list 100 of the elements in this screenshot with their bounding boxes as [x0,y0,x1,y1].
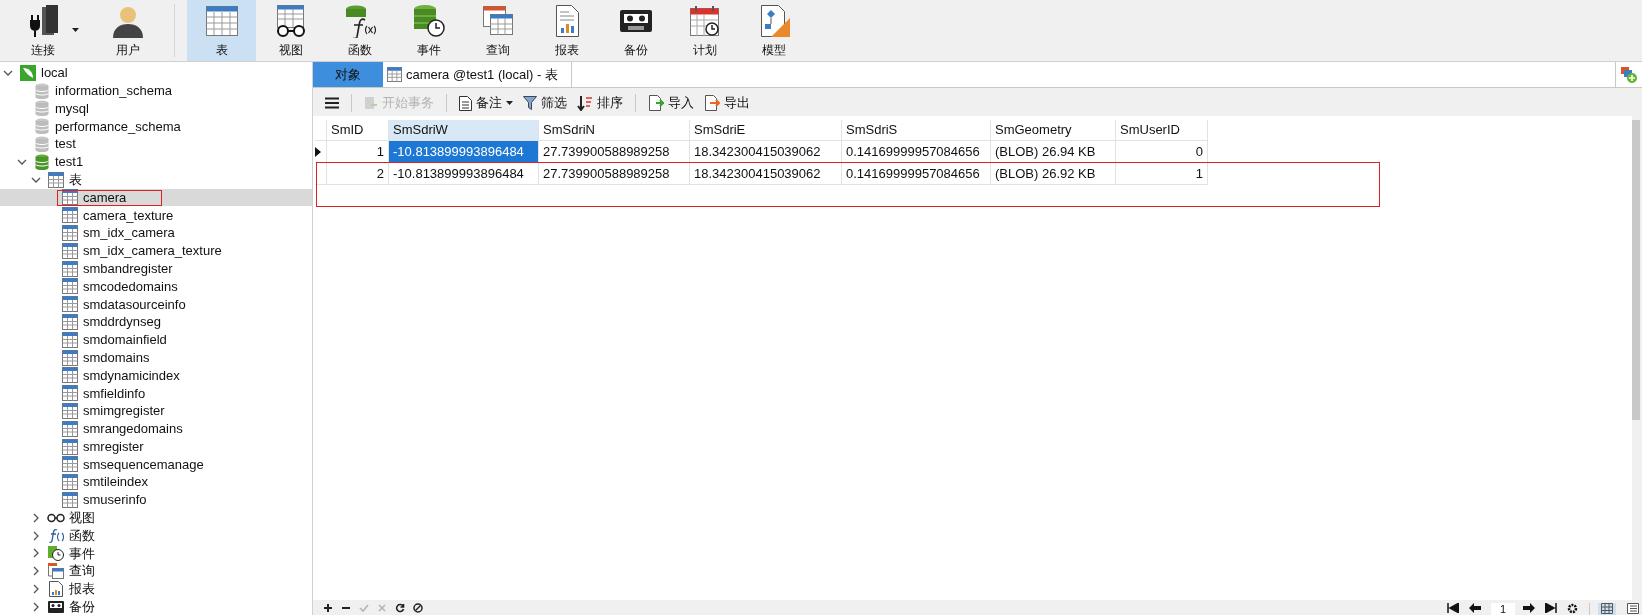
toolbar-button[interactable]: 筛选 [519,92,571,114]
table-cell[interactable]: 18.342300415039062 [690,141,842,163]
tree-item[interactable]: smsequencemanage [0,455,312,474]
table-cell[interactable]: 1 [1116,163,1208,185]
tree-item[interactable]: smdomains [0,348,312,367]
tree-item[interactable]: sm_idx_camera [0,224,312,242]
tab[interactable]: 对象 [313,62,383,87]
last-page-button[interactable] [1545,603,1559,615]
add-table-button[interactable] [1616,62,1642,87]
toolbar-button[interactable]: 备注 [455,92,517,114]
chevron-right-icon[interactable] [31,584,41,594]
tree-item[interactable]: test [0,135,312,153]
tree-item[interactable]: 事件 [0,544,312,563]
column-header[interactable]: SmSdriS [842,120,991,141]
chevron-right-icon[interactable] [31,548,41,559]
tab[interactable]: camera @test1 (local) - 表 [383,62,572,87]
database-icon [35,136,49,153]
column-header[interactable]: SmSdriW [389,120,539,141]
tree-item[interactable]: 查询 [0,562,312,581]
tree-item[interactable]: performance_schema [0,117,312,136]
form-view-button[interactable] [1624,603,1642,615]
tree-item[interactable]: smuserinfo [0,491,312,509]
tree-item[interactable]: 报表 [0,580,312,598]
tree-item[interactable]: sm_idx_camera_texture [0,241,312,260]
tree-item[interactable]: camera_texture [0,206,312,225]
tree-item[interactable]: smcodedomains [0,277,312,296]
tree-item[interactable]: smtileindex [0,473,312,492]
document-arrow-icon [364,96,378,110]
toolbar-button[interactable]: 计划 [670,0,739,61]
table-icon [387,67,402,82]
table-cell[interactable]: 27.739900588989258 [539,141,690,163]
tree-item[interactable]: 表 [0,170,312,189]
table-icon [62,403,78,420]
first-page-button[interactable] [1447,603,1461,615]
tree-item[interactable]: test1 [0,153,312,171]
tree-item[interactable]: 备份 [0,597,312,615]
table-icon [62,331,78,348]
table-icon [62,367,78,384]
column-header[interactable]: SmID [327,120,389,141]
column-header[interactable]: SmSdriN [539,120,690,141]
table-cell[interactable]: 0 [1116,141,1208,163]
tree-item[interactable]: smdatasourceinfo [0,295,312,314]
tree-item[interactable]: mysql [0,99,312,118]
column-header[interactable]: SmUserID [1116,120,1208,141]
table-plus-icon [1621,66,1637,83]
next-page-button[interactable] [1523,603,1537,615]
table-icon [62,278,78,295]
toolbar-button[interactable]: 事件 [394,0,463,61]
chevron-right-icon[interactable] [31,530,41,541]
toolbar-button[interactable]: 查询 [463,0,532,61]
table-cell[interactable]: (BLOB) 26.94 KB [991,141,1116,163]
grid-view-button[interactable] [1598,603,1616,615]
toolbar-button[interactable]: 函数 [325,0,394,61]
table-cell[interactable]: (BLOB) 26.92 KB [991,163,1116,185]
tree-item[interactable]: camera [0,188,312,207]
page-field[interactable]: 1 [1491,603,1515,615]
database-icon [35,118,49,135]
tree-item[interactable]: smfieldinfo [0,384,312,403]
toolbar-button[interactable]: 备份 [601,0,670,61]
tree-item[interactable]: 函数 [0,526,312,545]
tree-item[interactable]: smdynamicindex [0,366,312,385]
tree-item[interactable]: local [0,64,312,82]
tree-item[interactable]: smddrdynseg [0,313,312,331]
tree-item[interactable]: smdomainfield [0,330,312,349]
table-cell[interactable]: -10.813899993896484 [389,163,539,185]
toolbar-button[interactable]: 导出 [700,92,754,114]
table-cell[interactable]: 18.342300415039062 [690,163,842,185]
tree-item[interactable]: 视图 [0,508,312,527]
tree-item[interactable]: smrangedomains [0,419,312,438]
table-cell[interactable]: 27.739900588989258 [539,163,690,185]
toolbar-button[interactable]: 表 [187,0,256,61]
chevron-right-icon[interactable] [31,566,41,577]
left-arrow-icon [1469,603,1481,613]
toolbar-button[interactable]: 视图 [256,0,325,61]
previous-page-button[interactable] [1469,603,1483,615]
chevron-right-icon[interactable] [31,512,41,523]
toolbar-button[interactable]: 报表 [532,0,601,61]
toolbar-button[interactable]: 模型 [739,0,808,61]
toolbar-button[interactable]: 连接 [8,0,77,61]
toolbar-button[interactable]: 排序 [573,92,627,114]
tree-item[interactable]: smimgregister [0,402,312,420]
table-cell[interactable]: 0.14169999957084656 [842,141,991,163]
document-icon [459,95,472,111]
function-icon [48,527,64,544]
table-cell[interactable]: 2 [327,163,389,185]
row-indicator[interactable] [315,141,327,163]
column-header[interactable]: SmGeometry [991,120,1116,141]
tree-item[interactable]: smregister [0,437,312,456]
chevron-right-icon[interactable] [31,601,41,612]
toolbar-button[interactable]: 用户 [93,0,162,61]
tree-item[interactable]: smbandregister [0,259,312,278]
column-header[interactable]: SmSdriE [690,120,842,141]
table-icon [62,242,78,259]
tree-item[interactable]: information_schema [0,81,312,100]
table-icon [62,385,78,402]
table-cell[interactable]: -10.813899993896484 [389,141,539,163]
table-cell[interactable]: 0.14169999957084656 [842,163,991,185]
table-icon [62,456,78,473]
query-table-icon [48,563,64,580]
toolbar-button[interactable]: 导入 [644,92,698,114]
